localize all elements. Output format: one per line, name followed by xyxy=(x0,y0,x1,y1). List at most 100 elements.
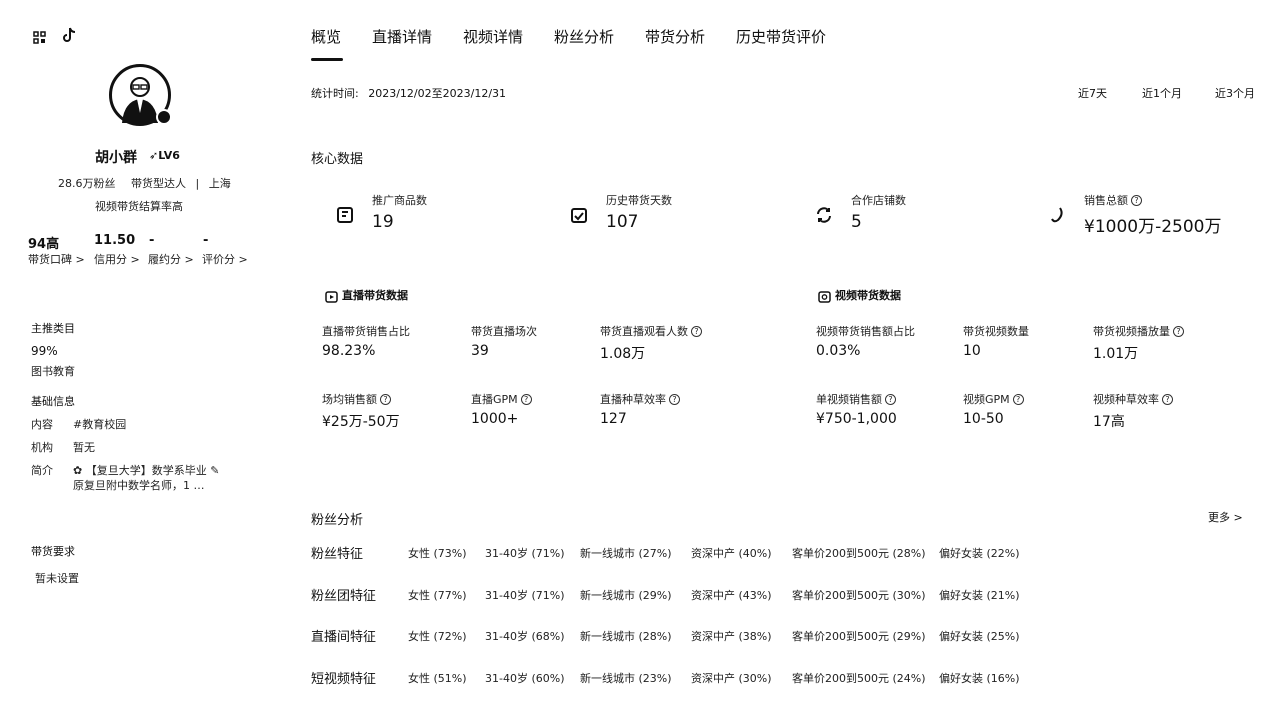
range-3m-button[interactable]: 近3个月 xyxy=(1215,85,1255,101)
live-label-2-text: 带货直播观看人数 xyxy=(600,325,688,338)
video-icon xyxy=(818,288,831,307)
fan-feature-cell: 偏好女装 (25%) xyxy=(939,630,1020,643)
profile-meta: 28.6万粉丝 带货型达人 | 上海 xyxy=(58,175,231,191)
tab-fan-analysis[interactable]: 粉丝分析 xyxy=(554,26,614,47)
tab-history-reviews[interactable]: 历史带货评价 xyxy=(736,26,826,47)
fan-feature-cell: 女性 (72%) xyxy=(408,630,467,643)
video-label-3: 单视频销售额? xyxy=(816,391,896,407)
main-category-name: 图书教育 xyxy=(31,365,75,378)
video-value-0: 0.03% xyxy=(816,343,861,359)
help-icon[interactable]: ? xyxy=(691,326,702,337)
meta-divider: | xyxy=(195,177,200,190)
fan-feature-cell: 新一线城市 (27%) xyxy=(580,547,672,560)
video-data-title: 视频带货数据 xyxy=(835,289,901,302)
tab-video-details[interactable]: 视频详情 xyxy=(463,26,523,47)
edit-icon[interactable]: ✎ xyxy=(210,464,219,477)
help-icon[interactable]: ? xyxy=(380,394,391,405)
bio-line-1: 【复旦大学】数学系毕业 xyxy=(85,464,207,477)
live-icon xyxy=(325,288,338,307)
help-icon[interactable]: ? xyxy=(1162,394,1173,405)
fans-count: 28.6万粉丝 xyxy=(58,177,116,190)
stat-value-credit: 11.50 xyxy=(94,233,136,248)
store-icon xyxy=(815,206,833,228)
live-label-4-text: 直播GPM xyxy=(471,393,518,406)
help-icon[interactable]: ? xyxy=(669,394,680,405)
stat-link-credit[interactable]: 信用分 > xyxy=(94,251,140,267)
live-value-0: 98.23% xyxy=(322,343,376,359)
fan-feature-cell: 女性 (73%) xyxy=(408,547,467,560)
help-icon[interactable]: ? xyxy=(1012,394,1024,405)
live-label-5: 直播种草效率? xyxy=(600,391,680,407)
stat-link-koubei[interactable]: 带货口碑 > xyxy=(28,251,85,267)
bio-line-2[interactable]: 原复旦附中数学名师，1 … xyxy=(73,477,205,493)
basic-info-value-bio: ✿ 【复旦大学】数学系毕业 ✎ xyxy=(73,462,219,478)
main-category-title: 主推类目 xyxy=(31,322,75,335)
help-icon[interactable]: ? xyxy=(885,394,896,405)
kpi-label-stores: 合作店铺数 xyxy=(851,194,906,207)
grid-icon[interactable] xyxy=(33,29,46,48)
fan-feature-cell: 31-40岁 (71%) xyxy=(485,547,565,560)
fan-feature-cell: 客单价200到500元 (24%) xyxy=(792,672,926,685)
kpi-label-products: 推广商品数 xyxy=(372,194,427,207)
stat-link-fulfill[interactable]: 履约分 > xyxy=(148,251,194,267)
basic-info-value-content[interactable]: #教育校园 xyxy=(73,416,126,432)
live-label-5-text: 直播种草效率 xyxy=(600,393,666,406)
stat-value-koubei: 94高 xyxy=(28,237,60,252)
live-value-1: 39 xyxy=(471,343,489,359)
kpi-label-sales: 销售总额? xyxy=(1084,192,1142,208)
fan-row-label: 粉丝特征 xyxy=(311,547,364,562)
video-value-4: 10-50 xyxy=(963,411,1004,427)
sales-icon xyxy=(1048,206,1066,228)
core-data-title: 核心数据 xyxy=(311,152,364,167)
video-value-1: 10 xyxy=(963,343,981,359)
live-label-2: 带货直播观看人数? xyxy=(600,323,702,339)
requirements-value: 暂未设置 xyxy=(35,572,79,585)
profile-note: 视频带货结算率高 xyxy=(95,200,183,213)
live-label-0: 直播带货销售占比 xyxy=(322,325,410,338)
fan-feature-cell: 女性 (77%) xyxy=(408,589,467,602)
kpi-value-sales: ¥1000万-2500万 xyxy=(1084,217,1222,237)
live-label-3: 场均销售额? xyxy=(322,391,391,407)
live-value-2: 1.08万 xyxy=(600,346,646,362)
video-label-2-text: 带货视频播放量 xyxy=(1093,325,1170,338)
fan-feature-cell: 新一线城市 (23%) xyxy=(580,672,672,685)
help-icon[interactable]: ? xyxy=(520,394,532,405)
active-tab-indicator xyxy=(311,58,343,61)
basic-info-label-bio: 简介 xyxy=(31,464,53,477)
stat-link-review[interactable]: 评价分 > xyxy=(202,251,248,267)
basic-info-label-org: 机构 xyxy=(31,441,53,454)
kpi-label-sales-text: 销售总额 xyxy=(1084,194,1128,207)
tiktok-icon[interactable] xyxy=(62,27,77,48)
avatar[interactable] xyxy=(109,64,172,126)
fan-feature-cell: 客单价200到500元 (30%) xyxy=(792,589,926,602)
requirements-title: 带货要求 xyxy=(31,545,75,558)
help-icon[interactable]: ? xyxy=(1173,326,1184,337)
video-value-3: ¥750-1,000 xyxy=(816,411,897,427)
video-label-4: 视频GPM? xyxy=(963,391,1024,407)
basic-info-title: 基础信息 xyxy=(31,395,75,408)
tab-overview[interactable]: 概览 xyxy=(311,26,341,47)
video-value-2: 1.01万 xyxy=(1093,346,1139,362)
fan-feature-cell: 新一线城市 (29%) xyxy=(580,589,672,602)
help-icon[interactable]: ? xyxy=(1131,195,1142,206)
creator-type: 带货型达人 xyxy=(131,177,186,190)
stat-value-review: - xyxy=(203,233,209,248)
level-badge: ➶LV6 xyxy=(149,149,180,162)
tab-live-details[interactable]: 直播详情 xyxy=(372,26,432,47)
fan-row-label: 直播间特征 xyxy=(311,630,377,645)
more-link[interactable]: 更多 > xyxy=(1208,509,1243,525)
live-label-3-text: 场均销售额 xyxy=(322,393,377,406)
kpi-value-days: 107 xyxy=(606,212,639,232)
tab-sales-analysis[interactable]: 带货分析 xyxy=(645,26,705,47)
profile-name: 胡小群 xyxy=(95,150,137,166)
fan-feature-cell: 偏好女装 (21%) xyxy=(939,589,1020,602)
range-7d-button[interactable]: 近7天 xyxy=(1078,85,1107,101)
live-data-title: 直播带货数据 xyxy=(342,289,408,302)
range-1m-button[interactable]: 近1个月 xyxy=(1142,85,1182,101)
live-label-4: 直播GPM? xyxy=(471,391,532,407)
fan-feature-cell: 资深中产 (40%) xyxy=(691,547,772,560)
fan-feature-cell: 31-40岁 (71%) xyxy=(485,589,565,602)
date-range: 统计时间: 2023/12/02至2023/12/31 xyxy=(311,85,506,101)
video-label-1: 带货视频数量 xyxy=(963,325,1029,338)
basic-info-value-org: 暂无 xyxy=(73,441,95,454)
